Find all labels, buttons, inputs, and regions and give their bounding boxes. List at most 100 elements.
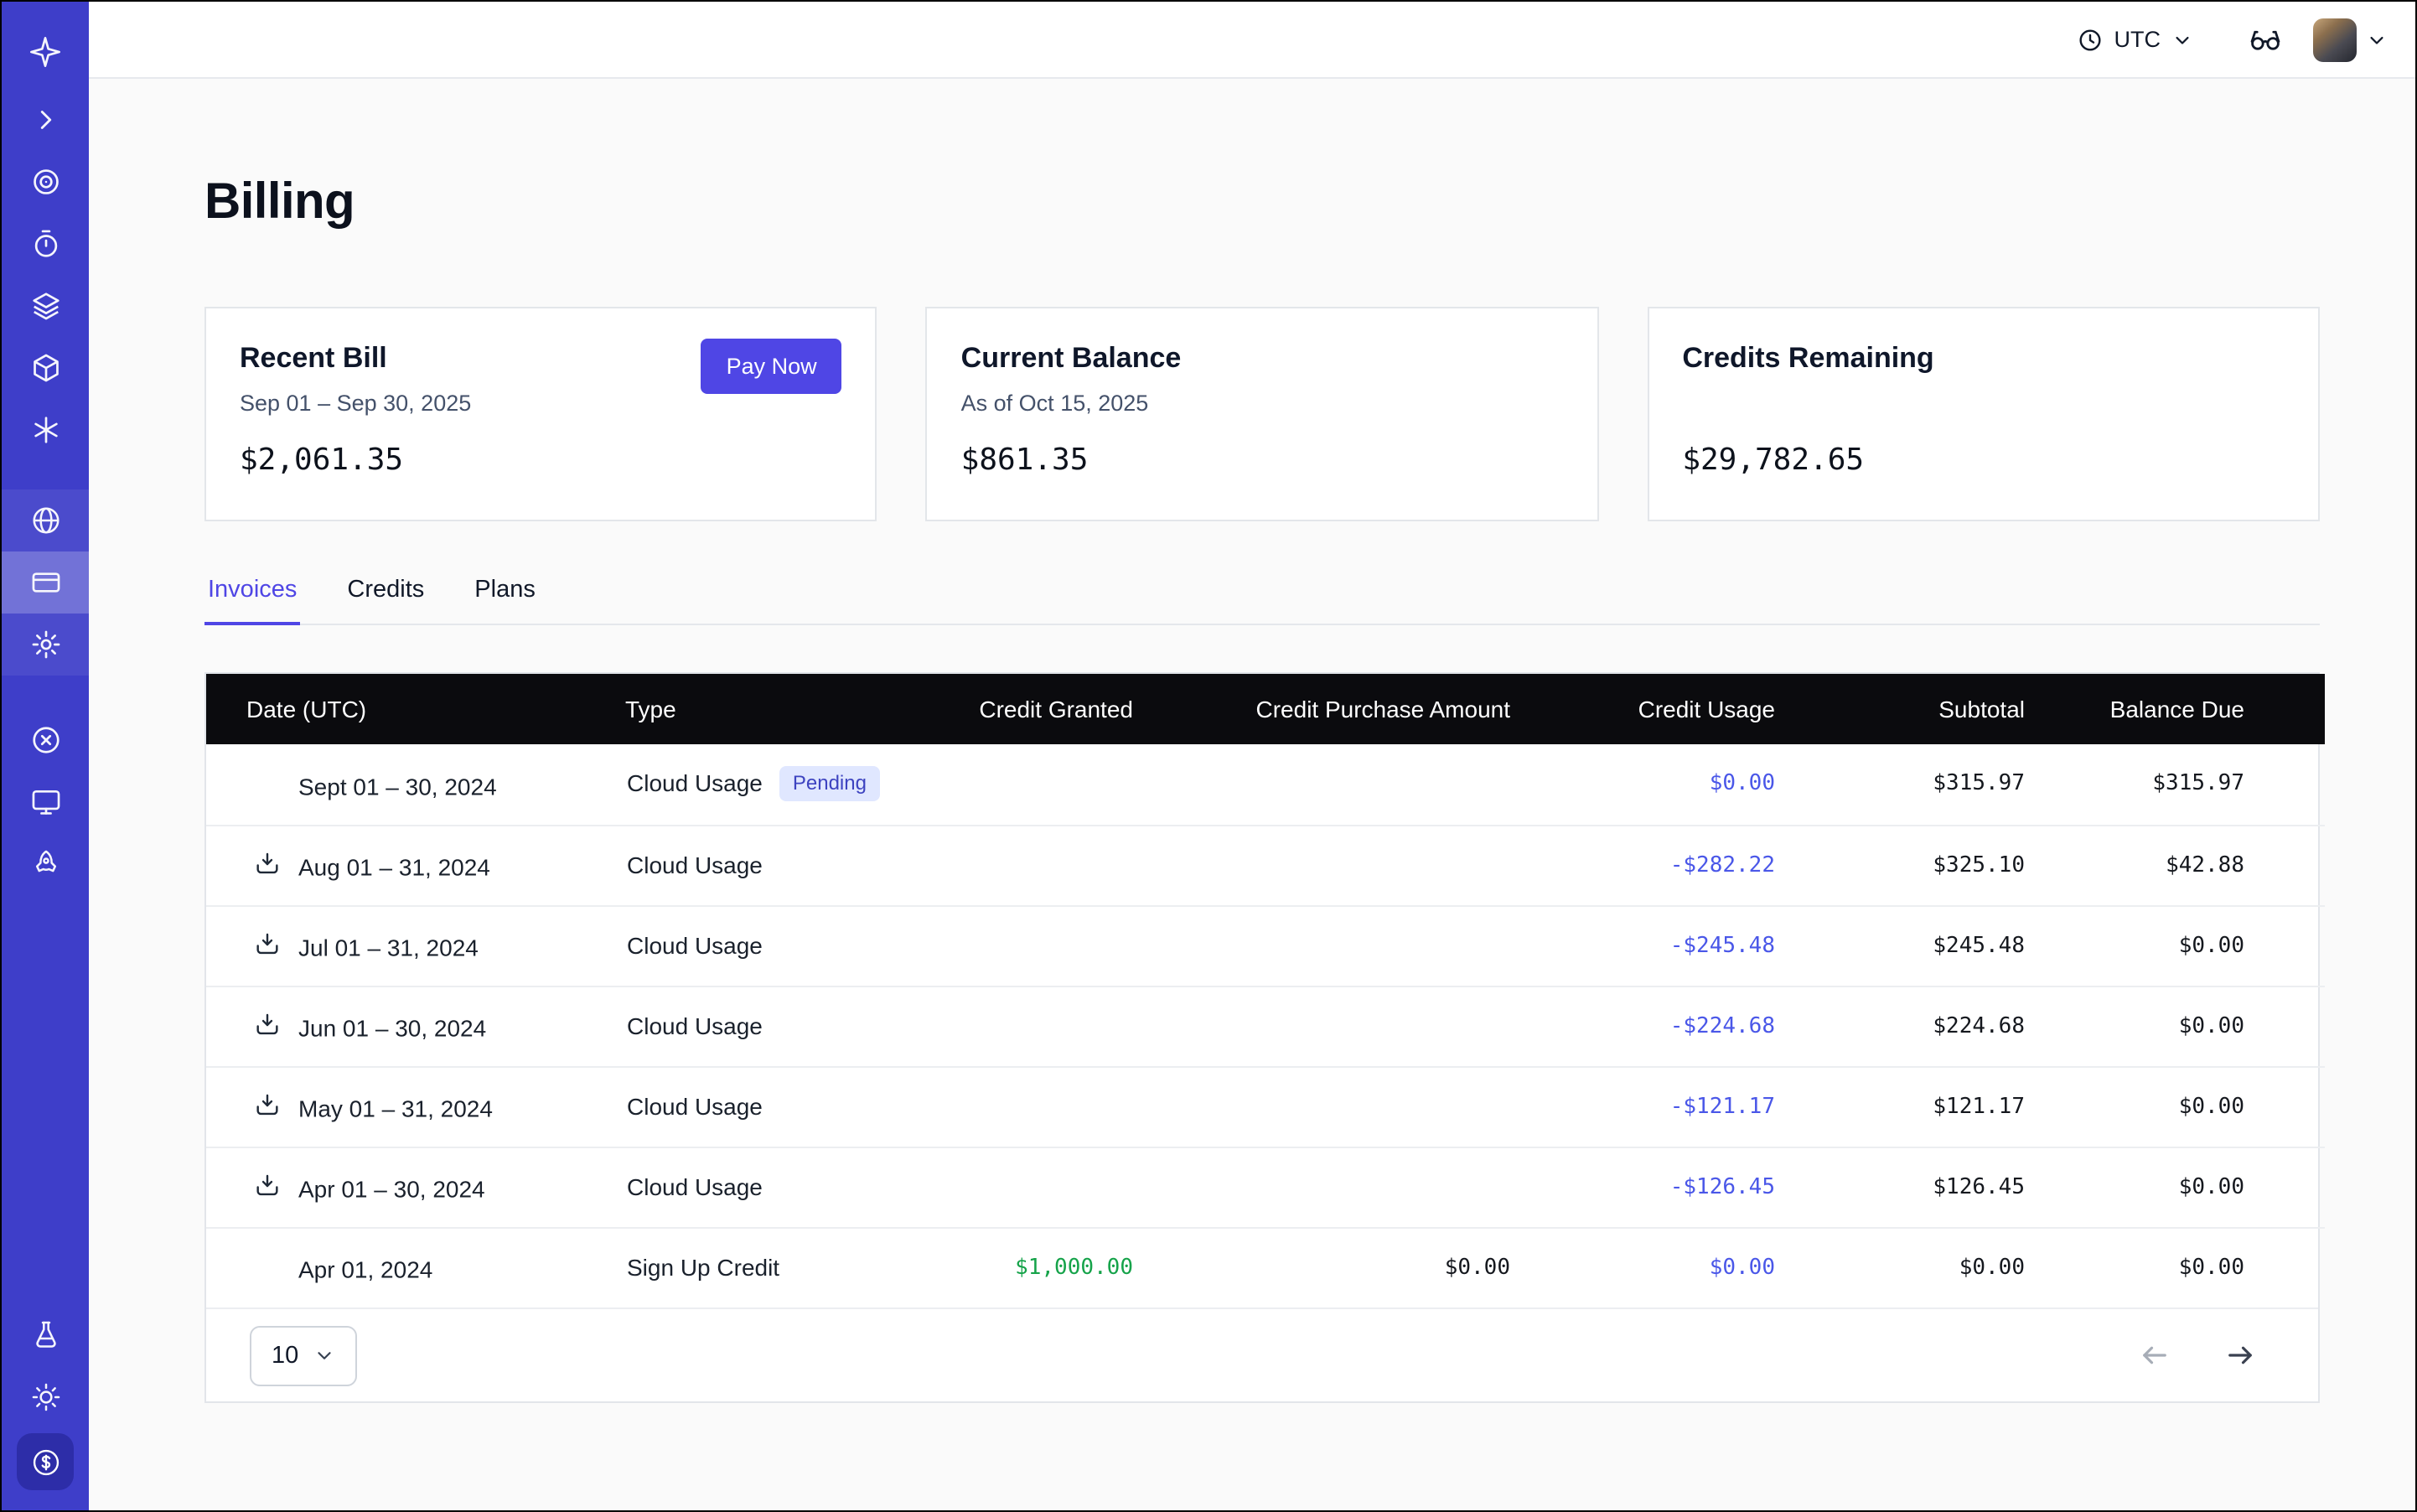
credit-granted-value: $1,000.00: [885, 1227, 1173, 1307]
credit-usage-value: -$121.17: [1550, 1066, 1815, 1147]
balance-due-value: $0.00: [2065, 986, 2325, 1066]
credit-usage-value: -$245.48: [1550, 905, 1815, 986]
recent-bill-card: Recent Bill Pay Now Sep 01 – Sep 30, 202…: [204, 307, 877, 521]
flask-icon[interactable]: [2, 1304, 89, 1366]
download-invoice-icon[interactable]: [253, 1172, 283, 1200]
balance-due-value: $315.97: [2065, 744, 2325, 825]
credit-purchase-value: $0.00: [1173, 1227, 1550, 1307]
invoice-type: Cloud Usage: [627, 1173, 763, 1200]
balance-due-value: $0.00: [2065, 905, 2325, 986]
credit-granted-value: [885, 744, 1173, 825]
previous-page-button[interactable]: [2137, 1338, 2172, 1373]
balance-due-value: $42.88: [2065, 825, 2325, 905]
balance-due-value: $0.00: [2065, 1147, 2325, 1227]
credits-remaining-card: Credits Remaining $29,782.65: [1647, 307, 2320, 521]
cube-icon[interactable]: [2, 337, 89, 399]
tabs: Invoices Credits Plans: [204, 577, 2320, 625]
column-header-date: Date (UTC): [206, 674, 625, 744]
credits-remaining-amount: $29,782.65: [1682, 443, 2285, 478]
balance-due-value: $0.00: [2065, 1227, 2325, 1307]
subtotal-value: $245.48: [1815, 905, 2065, 986]
download-invoice-icon[interactable]: [253, 930, 283, 959]
timer-icon[interactable]: [2, 213, 89, 275]
next-page-button[interactable]: [2223, 1338, 2258, 1373]
invoice-type: Cloud Usage: [627, 1093, 763, 1120]
invoice-date: Apr 01, 2024: [298, 1256, 432, 1283]
sidebar-billing-group: [2, 489, 89, 676]
tab-plans[interactable]: Plans: [471, 577, 539, 625]
column-header-credit-purchase-amount: Credit Purchase Amount: [1173, 674, 1550, 744]
layers-icon[interactable]: [2, 275, 89, 337]
credit-purchase-value: [1173, 1147, 1550, 1227]
clock-icon: [2078, 26, 2104, 53]
sidebar: [2, 2, 89, 1510]
credit-usage-value: -$224.68: [1550, 986, 1815, 1066]
radar-icon[interactable]: [2, 151, 89, 213]
globe-icon[interactable]: [2, 489, 89, 551]
pagination: 10: [206, 1307, 2318, 1401]
subtotal-value: $315.97: [1815, 744, 2065, 825]
timezone-selector[interactable]: UTC: [2078, 26, 2195, 53]
expand-sidebar-chevron-right-icon[interactable]: [2, 89, 89, 151]
page-size-value: 10: [272, 1342, 298, 1369]
subtotal-value: $121.17: [1815, 1066, 2065, 1147]
topbar: UTC: [89, 2, 2415, 79]
current-balance-card: Current Balance As of Oct 15, 2025 $861.…: [926, 307, 1599, 521]
credit-purchase-value: [1173, 744, 1550, 825]
dollar-icon[interactable]: [17, 1433, 74, 1490]
credit-granted-value: [885, 986, 1173, 1066]
invoice-table-body: Sept 01 – 30, 2024 Cloud Usage Pending $0…: [206, 744, 2325, 1307]
credit-granted-value: [885, 1147, 1173, 1227]
chevron-down-icon: [2365, 28, 2389, 51]
pay-now-button[interactable]: Pay Now: [701, 339, 842, 394]
balance-due-value: $0.00: [2065, 1066, 2325, 1147]
page-size-select[interactable]: 10: [250, 1325, 357, 1385]
credit-card-icon[interactable]: [2, 551, 89, 614]
column-header-credit-granted: Credit Granted: [885, 674, 1173, 744]
circle-x-icon[interactable]: [2, 709, 89, 771]
credit-usage-value: $0.00: [1550, 744, 1815, 825]
credit-usage-value: -$126.45: [1550, 1147, 1815, 1227]
invoice-date: Jul 01 – 31, 2024: [298, 934, 479, 961]
invoice-type: Cloud Usage: [627, 932, 763, 959]
table-row: May 01 – 31, 2024 Cloud Usage -$121.17 $…: [206, 1066, 2325, 1147]
subtotal-value: $224.68: [1815, 986, 2065, 1066]
credit-usage-value: $0.00: [1550, 1227, 1815, 1307]
table-header-row: Date (UTC) Type Credit Granted Credit Pu…: [206, 674, 2325, 744]
tab-credits[interactable]: Credits: [344, 577, 427, 625]
invoice-date: May 01 – 31, 2024: [298, 1095, 493, 1121]
glasses-icon[interactable]: [2248, 22, 2283, 57]
card-subtitle-spacer: [1682, 389, 2285, 417]
user-avatar: [2313, 18, 2357, 61]
asterisk-icon[interactable]: [2, 399, 89, 461]
settings-gear-icon[interactable]: [2, 614, 89, 676]
column-header-credit-usage: Credit Usage: [1550, 674, 1815, 744]
table-row: Sept 01 – 30, 2024 Cloud UsagePending $0…: [206, 744, 2325, 825]
arrow-right-icon: [2223, 1338, 2258, 1373]
balance-as-of-date: As of Oct 15, 2025: [961, 389, 1564, 417]
download-invoice-icon[interactable]: [253, 1011, 283, 1039]
app-logo-icon[interactable]: [2, 20, 89, 82]
chevron-down-icon: [2171, 28, 2194, 51]
invoice-date: Sept 01 – 30, 2024: [298, 773, 497, 800]
table-row: Apr 01, 2024 Sign Up Credit $1,000.00 $0…: [206, 1227, 2325, 1307]
account-menu[interactable]: [2313, 18, 2389, 61]
tab-invoices[interactable]: Invoices: [204, 577, 300, 625]
status-badge: Pending: [779, 767, 880, 802]
timezone-label: UTC: [2114, 27, 2161, 52]
table-row: Aug 01 – 31, 2024 Cloud Usage -$282.22 $…: [206, 825, 2325, 905]
main-content: Billing Recent Bill Pay Now Sep 01 – Sep…: [89, 79, 2415, 1510]
sun-icon[interactable]: [2, 1366, 89, 1428]
column-header-type: Type: [625, 674, 885, 744]
display-icon[interactable]: [2, 771, 89, 833]
invoice-type: Cloud Usage: [627, 1012, 763, 1039]
credit-purchase-value: [1173, 825, 1550, 905]
credit-granted-value: [885, 1066, 1173, 1147]
arrow-left-icon: [2137, 1338, 2172, 1373]
invoice-type: Cloud Usage: [627, 852, 763, 878]
download-invoice-icon[interactable]: [253, 850, 283, 878]
rocket-icon[interactable]: [2, 833, 89, 895]
table-row: Jul 01 – 31, 2024 Cloud Usage -$245.48 $…: [206, 905, 2325, 986]
billing-page: UTC Billing Recent Bill Pay Now Sep 01 –…: [0, 0, 2417, 1512]
download-invoice-icon[interactable]: [253, 1091, 283, 1120]
